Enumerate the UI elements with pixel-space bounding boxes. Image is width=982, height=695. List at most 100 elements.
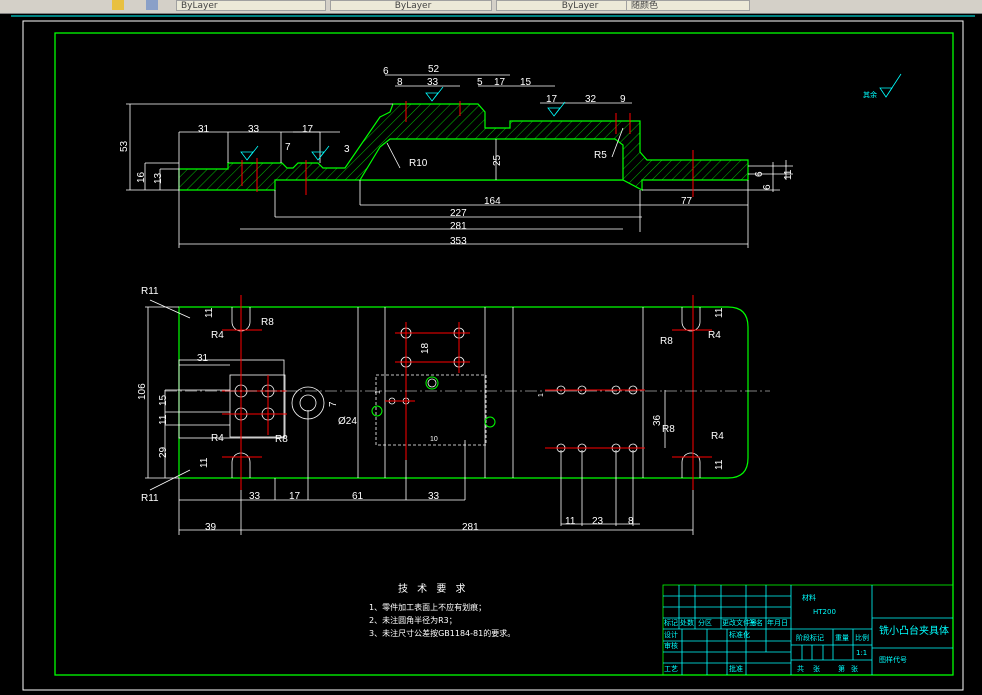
dim-text: 1 (538, 393, 545, 397)
dim-text: 11 (204, 307, 215, 318)
dim-text: R5 (594, 150, 607, 161)
dim-text: 39 (205, 522, 217, 533)
tb-label: 第 (838, 664, 845, 673)
tb-label: 标记 (664, 618, 678, 627)
dim-text: 31 (198, 124, 210, 135)
tech-req-item: 1、零件加工表面上不应有划痕； (369, 602, 486, 612)
layer-state-icon[interactable] (112, 0, 124, 10)
tb-label: 审核 (664, 641, 678, 650)
tech-req-item: 3、未注尺寸公差按GB1184-81的要求。 (369, 628, 515, 638)
tb-label: 设计 (664, 630, 678, 639)
dim-text: 1 (375, 390, 382, 394)
dim-text: 15 (520, 77, 532, 88)
dim-text: 9 (620, 94, 626, 105)
locating-pin (484, 416, 496, 428)
dim-text: 23 (592, 516, 604, 527)
dim-text: 7 (328, 401, 339, 407)
tb-label: 工艺 (664, 665, 678, 673)
dim-text: 11 (199, 457, 210, 468)
tech-req-item: 2、未注圆角半径为R3； (369, 615, 457, 625)
dim-text: 353 (450, 236, 467, 247)
material-value: HT200 (813, 608, 836, 616)
dim-text: 11 (783, 169, 794, 180)
tb-label: 共 (797, 664, 804, 673)
dim-text: 15 (158, 394, 169, 406)
dim-text: 53 (119, 140, 130, 152)
tb-label: 张 (813, 664, 820, 673)
dim-text: R4 (211, 330, 224, 341)
dim-text: 18 (420, 342, 431, 354)
dim-text: 16 (136, 171, 147, 183)
dim-text: 11 (714, 459, 725, 470)
dim-text: 13 (153, 172, 164, 184)
dim-text: 33 (428, 491, 440, 502)
scale-value: 1:1 (856, 649, 867, 657)
dim-text: 31 (197, 353, 209, 364)
dim-text: R4 (711, 431, 724, 442)
dim-text: 8 (628, 516, 634, 527)
tb-label: 阶段标记 (796, 633, 824, 642)
dim-text: 77 (681, 196, 693, 207)
dim-text: 17 (494, 77, 506, 88)
surface-finish-note: 其余 (863, 90, 877, 99)
linetype-control-dropdown[interactable]: ByLayer (330, 0, 492, 11)
dim-text: R4 (708, 330, 721, 341)
dim-text: R11 (141, 493, 159, 504)
tb-label: 年月日 (767, 618, 788, 627)
dim-text: 227 (450, 208, 467, 219)
dim-text: 17 (289, 491, 301, 502)
dim-text: 25 (492, 154, 503, 166)
plot-style-dropdown[interactable]: 随颜色 (626, 0, 750, 11)
properties-toolbar: ByLayer ByLayer ByLayer 随颜色 (0, 0, 982, 14)
tb-label: 张 (851, 664, 858, 673)
dim-text: R8 (275, 434, 288, 445)
dim-text: 281 (450, 221, 467, 232)
tech-req-title: 技 术 要 求 (398, 582, 469, 595)
tb-label: 分区 (698, 618, 712, 627)
dim-text: 281 (462, 522, 479, 533)
dim-text: 3 (344, 144, 350, 155)
dim-text: R11 (141, 286, 159, 297)
dim-text: 33 (427, 77, 439, 88)
part-name: 铣小凸台夹具体 (879, 624, 949, 637)
dim-text: 164 (484, 196, 501, 207)
dim-text: 17 (546, 94, 558, 105)
layer-previous-icon[interactable] (146, 0, 158, 10)
dim-text: R10 (409, 158, 428, 169)
drawing-sheet-border (22, 20, 964, 691)
color-control-dropdown[interactable]: ByLayer (176, 0, 326, 11)
dim-text: 52 (428, 64, 440, 75)
dim-text: 8 (397, 77, 403, 88)
dim-text: 7 (285, 142, 291, 153)
dim-text: 33 (248, 124, 260, 135)
dim-text: 6 (383, 66, 389, 77)
dim-text: 6 (754, 171, 765, 177)
dim-text: 106 (137, 383, 148, 400)
dim-text: 61 (352, 491, 364, 502)
tb-label: 重量 (835, 634, 849, 642)
dim-text: 10 (430, 436, 438, 443)
dim-text: R4 (211, 433, 224, 444)
cad-drawing-canvas[interactable]: 其余 6 52 8 33 5 17 15 17 32 9 53 31 33 17… (0, 14, 982, 695)
tb-label: 签名 (749, 618, 763, 627)
dim-text: R8 (662, 424, 675, 435)
drawing-number: 图样代号 (879, 655, 907, 664)
dim-text: 33 (249, 491, 261, 502)
dim-text: 11 (565, 516, 576, 527)
tb-label: 比例 (855, 633, 869, 642)
locating-pin (371, 405, 383, 417)
tb-label: 处数 (680, 618, 694, 627)
dim-text: 29 (158, 446, 169, 458)
dim-text: 17 (302, 124, 314, 135)
dim-text: R8 (261, 317, 274, 328)
general-finish-symbol (879, 73, 902, 98)
tb-label: 批准 (729, 664, 743, 673)
dim-text: 5 (477, 77, 483, 88)
dim-text: 6 (762, 184, 773, 190)
dim-text: R8 (660, 336, 673, 347)
dim-text: 11 (714, 307, 725, 318)
dim-text: Ø24 (338, 416, 357, 427)
plan-view: R11 11 R8 R4 31 106 15 11 29 R4 R8 R11 1… (137, 286, 770, 535)
dim-text: 32 (585, 94, 597, 105)
technical-requirements: 技 术 要 求 1、零件加工表面上不应有划痕； 2、未注圆角半径为R3； 3、未… (369, 582, 515, 638)
